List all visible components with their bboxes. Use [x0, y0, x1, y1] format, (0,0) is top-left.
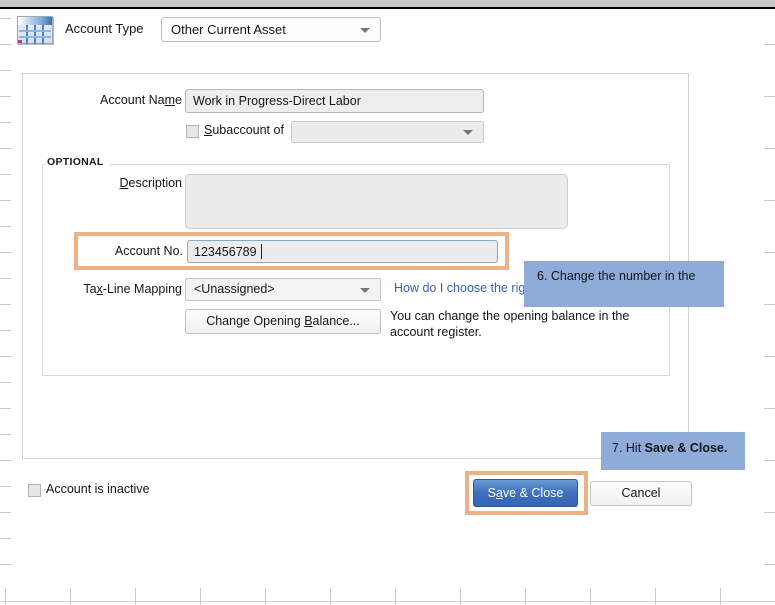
account-name-input[interactable] — [185, 89, 484, 113]
account-type-label: Account Type — [65, 21, 144, 36]
ruler-tick — [0, 408, 11, 409]
grid-vline — [200, 588, 201, 605]
account-type-select[interactable]: Other Current Asset — [161, 17, 381, 42]
text-caret — [261, 244, 262, 259]
subaccount-select[interactable] — [291, 121, 484, 143]
subaccount-checkbox[interactable] — [186, 125, 199, 138]
subaccount-label: Subaccount of — [204, 123, 284, 137]
ruler-tick — [764, 200, 775, 201]
change-opening-balance-button[interactable]: Change Opening Balance... — [185, 309, 381, 334]
account-type-header: Account Type Other Current Asset — [0, 12, 775, 50]
ruler-tick — [764, 96, 775, 97]
ruler-tick — [0, 538, 11, 539]
chevron-down-icon — [360, 288, 370, 293]
cancel-button[interactable]: Cancel — [590, 481, 692, 506]
ruler-tick — [0, 200, 11, 201]
grid-vline — [590, 588, 591, 605]
grid-vline — [720, 588, 721, 605]
ruler-tick — [0, 70, 11, 71]
ruler-tick — [0, 382, 11, 383]
ruler-tick — [0, 356, 11, 357]
grid-vline — [330, 588, 331, 605]
grid-vline — [135, 588, 136, 605]
grid-vline — [525, 588, 526, 605]
ruler-tick — [0, 512, 11, 513]
tax-line-mapping-value: <Unassigned> — [194, 282, 275, 296]
account-inactive-label: Account is inactive — [46, 482, 150, 496]
account-no-input[interactable] — [187, 240, 498, 263]
ruler-tick — [0, 252, 11, 253]
grid-vline — [265, 588, 266, 605]
ruler-tick — [764, 564, 775, 565]
spreadsheet-icon — [17, 16, 53, 44]
ruler-tick — [764, 460, 775, 461]
window-titlebar — [0, 0, 775, 9]
save-and-close-button[interactable]: Save & Close — [473, 479, 578, 507]
ruler-tick — [764, 252, 775, 253]
ruler-tick — [0, 330, 11, 331]
ruler-tick — [764, 304, 775, 305]
account-type-value: Other Current Asset — [171, 22, 286, 37]
ruler-tick — [0, 434, 11, 435]
grid-vline — [655, 588, 656, 605]
account-inactive-checkbox[interactable] — [28, 484, 41, 497]
how-do-i-choose-link[interactable]: How do I choose the right — [394, 281, 536, 295]
tax-line-mapping-select[interactable]: <Unassigned> — [185, 278, 381, 301]
grid-vline — [70, 588, 71, 605]
account-no-label: Account No. — [103, 244, 183, 258]
ruler-tick — [764, 356, 775, 357]
ruler-tick — [0, 460, 11, 461]
grid-vline — [5, 588, 6, 605]
grid-vline — [460, 588, 461, 605]
description-input[interactable] — [185, 174, 568, 229]
ruler-tick — [0, 122, 11, 123]
optional-legend: OPTIONAL — [44, 156, 109, 168]
ruler-tick — [0, 304, 11, 305]
ruler-tick — [764, 148, 775, 149]
callout-step-6: 6. Change the number in the — [524, 261, 724, 307]
callout-step-7: 7. Hit Save & Close. — [601, 432, 745, 470]
chevron-down-icon — [463, 130, 473, 135]
chevron-down-icon — [360, 28, 370, 33]
ruler-tick — [0, 148, 11, 149]
ruler-tick — [0, 278, 11, 279]
grid-vline — [395, 588, 396, 605]
ruler-tick — [0, 174, 11, 175]
ruler-tick — [0, 226, 11, 227]
opening-balance-help-text: You can change the opening balance in th… — [390, 308, 640, 340]
ruler-tick — [0, 564, 11, 565]
ruler-tick — [0, 96, 11, 97]
grid-baseline — [0, 601, 775, 602]
ruler-tick — [0, 486, 11, 487]
ruler-tick — [764, 512, 775, 513]
ruler-tick — [764, 408, 775, 409]
